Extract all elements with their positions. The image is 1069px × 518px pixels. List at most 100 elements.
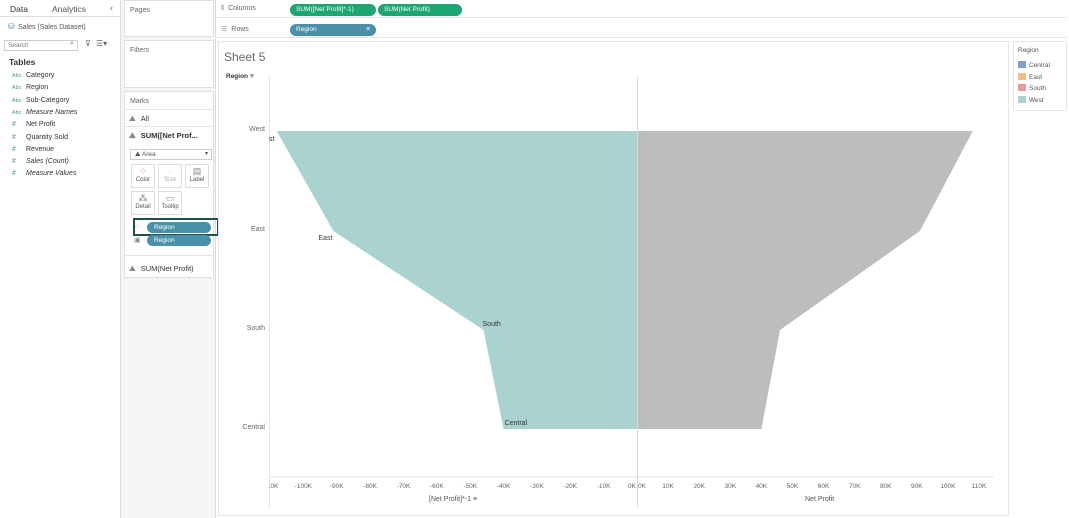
mark-type-select[interactable]: ⛰ Area ▾ <box>130 149 212 160</box>
area-net-profit[interactable] <box>637 131 973 429</box>
legend-item[interactable]: East <box>1018 72 1042 81</box>
tooltip-button[interactable]: ▭ Tooltip <box>158 191 182 215</box>
columns-pill-1[interactable]: SUM([Net Profit]*-1) <box>290 4 376 16</box>
field-item[interactable]: # Revenue <box>12 146 54 156</box>
field-name: Measure Values <box>26 170 77 178</box>
view-list-icon[interactable]: ☰▾ <box>96 39 107 48</box>
legend-item[interactable]: West <box>1018 95 1044 104</box>
legend-label: South <box>1029 85 1046 92</box>
color-label: Color <box>135 177 151 183</box>
field-item[interactable]: # Quantity Sold <box>12 134 68 144</box>
marks-title: Marks <box>130 98 150 105</box>
search-input[interactable] <box>4 40 78 51</box>
size-label: Size <box>164 177 176 183</box>
tooltip-icon: ▭ <box>165 193 175 203</box>
measure-type-icon: # <box>12 170 16 178</box>
search-icon[interactable]: ⌕ <box>70 40 74 48</box>
legend-item[interactable]: Central <box>1018 61 1050 69</box>
x-tick-label: -110K <box>269 483 279 490</box>
row-label-west[interactable]: West <box>249 126 265 133</box>
label-label: Label <box>189 177 205 183</box>
field-item[interactable]: Abc Category <box>12 72 54 82</box>
marks-tab-all-label: All <box>140 114 150 123</box>
x-tick-label: -90K <box>330 483 344 490</box>
rows-pill-region[interactable]: Region ≡ <box>290 24 376 36</box>
field-item[interactable]: # Net Profit <box>12 121 55 131</box>
datasource[interactable]: ⛁ Sales (Sales Dataset) <box>8 22 86 31</box>
database-icon: ⛁ <box>8 22 15 31</box>
mark-label-central: Central <box>505 420 528 427</box>
view-canvas: Sheet 5 Region≡ West East South Central Wes… <box>218 41 1009 516</box>
tab-data[interactable]: Data <box>10 4 28 14</box>
divider <box>125 126 213 127</box>
color-button[interactable]: ⁘ Color <box>131 164 155 188</box>
chevron-down-icon: ▾ <box>204 151 208 157</box>
x-axis-title-right[interactable]: Net Profit <box>805 496 834 503</box>
filters-card[interactable]: Filters <box>124 40 214 88</box>
sheet-title[interactable]: Sheet 5 <box>224 50 265 64</box>
x-tick-label: 20K <box>693 483 705 490</box>
rows-shelf: ☰ Rows Region ≡ <box>216 21 1067 38</box>
field-item[interactable]: Abc Measure Names <box>12 109 77 119</box>
columns-icon: ⦀ <box>221 5 225 12</box>
legend-label: West <box>1029 96 1044 104</box>
size-button[interactable]: ◌ Size <box>158 164 182 188</box>
marks-tab-all[interactable]: ⛰ All <box>129 114 213 124</box>
field-item[interactable]: # Sales (Count) <box>12 158 69 168</box>
x-tick-label: -50K <box>463 483 477 490</box>
cards-column: Pages Filters Marks ⛰ All ⛰ SUM([Net Prof.… <box>121 0 219 518</box>
x-tick-label: 0K <box>638 483 647 490</box>
detail-pill-row: ▣ Region <box>131 235 213 246</box>
dimension-type-icon: Abc <box>12 97 22 104</box>
rows-label-text: Rows <box>231 26 249 33</box>
filter-icon[interactable]: ⊽ <box>85 39 91 48</box>
field-name: Category <box>26 72 55 79</box>
collapse-pane-icon[interactable]: ‹ <box>110 3 113 13</box>
tooltip-label: Tooltip <box>161 204 179 210</box>
x-tick-label: 30K <box>724 483 736 490</box>
row-label-south[interactable]: South <box>247 325 265 332</box>
field-item[interactable]: # Measure Values <box>12 170 76 180</box>
mark-label-east: East <box>318 235 332 242</box>
row-header[interactable]: Region ≡ <box>226 73 254 80</box>
marks-tab-measure2[interactable]: ⛰ SUM(Net Profit) <box>129 264 213 274</box>
tab-analytics[interactable]: Analytics <box>52 4 86 14</box>
color-pill-region[interactable]: Region <box>147 222 211 233</box>
area-net-profit-negative[interactable] <box>276 131 637 429</box>
x-tick-label: 50K <box>787 483 799 490</box>
field-name: Measure Names <box>26 108 78 116</box>
row-label-east[interactable]: East <box>251 226 265 233</box>
columns-pill-2[interactable]: SUM(Net Profit) <box>378 4 462 16</box>
x-axis-title-left[interactable]: [Net Profit]*-1 ≡ <box>429 496 477 503</box>
color-dots-icon: ⁘ <box>139 166 147 176</box>
pages-card[interactable]: Pages <box>124 0 214 37</box>
marks-tab-measure1[interactable]: ⛰ SUM([Net Prof... <box>129 131 213 141</box>
datasource-name: Sales (Sales Dataset) <box>17 24 86 31</box>
funnel-chart[interactable]: West East South Central -110K -100K -90K -80K -7… <box>269 77 994 507</box>
marks-card: Marks ⛰ All ⛰ SUM([Net Prof... ⛰ Area ▾ ⁘ … <box>124 91 219 278</box>
sort-icon: ≡ <box>366 26 370 33</box>
measure-type-icon: # <box>12 158 16 166</box>
measure-type-icon: # <box>12 145 16 153</box>
legend-label: Central <box>1029 62 1050 69</box>
area-chart-icon: ⛰ <box>129 114 136 123</box>
detail-dots-icon: ⁂ <box>138 193 148 203</box>
x-tick-label: -60K <box>430 483 444 490</box>
divider <box>125 109 213 110</box>
area-chart-icon: ⛰ <box>135 151 142 158</box>
legend-item[interactable]: South <box>1018 84 1046 92</box>
field-item[interactable]: Abc Sub-Category <box>12 97 69 107</box>
detail-button[interactable]: ⁂ Detail <box>131 191 155 215</box>
x-axis-title-left-text: [Net Profit]*-1 <box>429 496 472 503</box>
field-item[interactable]: Abc Region <box>12 84 48 94</box>
mark-label-west: West <box>269 136 275 143</box>
detail-pill-region[interactable]: Region <box>147 235 211 246</box>
row-label-central[interactable]: Central <box>242 424 265 431</box>
mark-type-value: Area <box>141 151 156 158</box>
dimension-type-icon: Abc <box>12 109 22 116</box>
dimension-type-icon: Abc <box>12 85 22 92</box>
x-tick-label: 90K <box>911 483 923 490</box>
filters-title: Filters <box>130 47 150 54</box>
detail-label: Detail <box>135 204 151 210</box>
label-button[interactable]: ▤ Label <box>185 164 209 188</box>
